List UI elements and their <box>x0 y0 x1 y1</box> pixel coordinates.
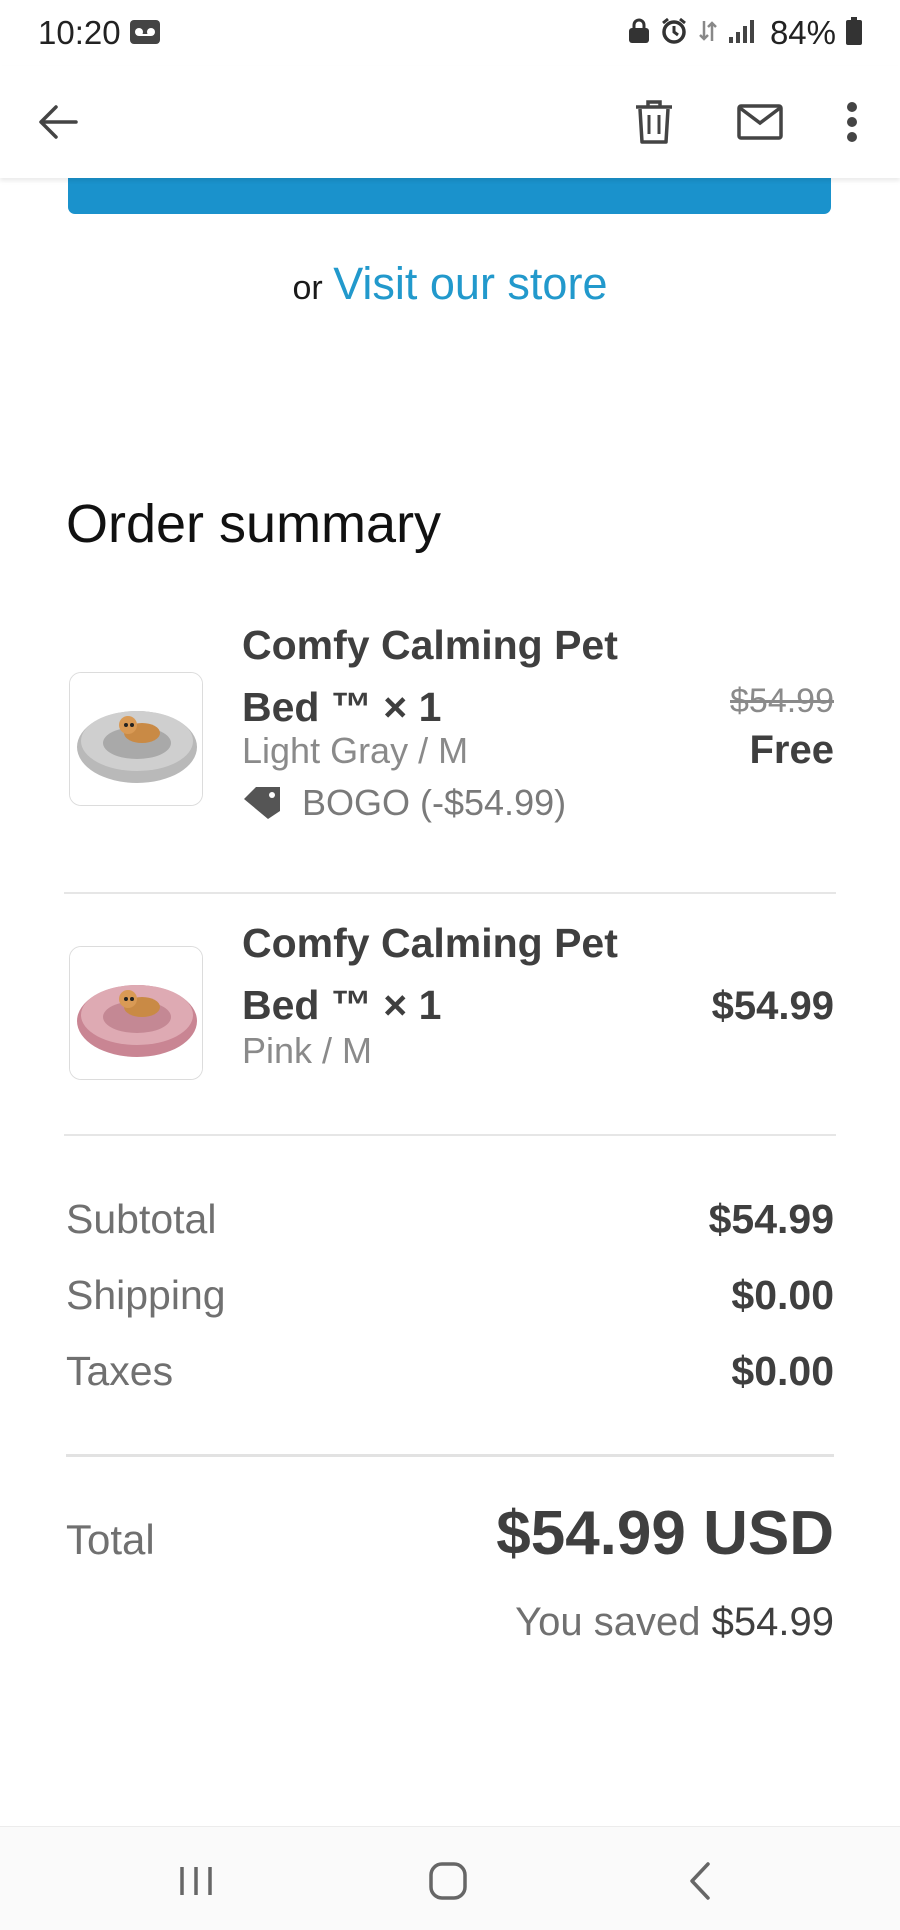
visit-store-link[interactable]: Visit our store <box>333 258 607 309</box>
chevron-left-icon <box>690 1862 710 1900</box>
status-time: 10:20 <box>38 14 121 51</box>
data-icon <box>698 17 718 50</box>
divider <box>64 1134 836 1136</box>
saved-prefix: You saved <box>515 1600 701 1644</box>
alarm-icon <box>660 17 688 50</box>
battery-icon <box>846 16 862 50</box>
discount-line: BOGO (-$54.99) <box>242 782 566 824</box>
tag-icon <box>244 787 280 819</box>
subtotal-value: $54.99 <box>708 1196 834 1242</box>
delete-icon <box>636 100 672 144</box>
divider <box>64 892 836 894</box>
saved-line: You saved $54.99 <box>515 1600 834 1645</box>
shipping-label: Shipping <box>66 1272 226 1318</box>
more-options-button[interactable] <box>836 90 868 154</box>
total-label: Total <box>66 1516 155 1563</box>
taxes-value: $0.00 <box>731 1348 834 1394</box>
subtotal-label: Subtotal <box>66 1196 217 1242</box>
visit-store-line: or Visit our store <box>0 258 900 310</box>
total-value: $54.99 USD <box>496 1499 834 1568</box>
original-price: $54.99 <box>730 682 834 720</box>
item-price: $54.99 <box>711 984 834 1028</box>
recent-apps-icon <box>180 1867 212 1895</box>
home-icon <box>429 1862 467 1900</box>
status-bar: 10:20 84% <box>0 0 900 66</box>
discount-code: BOGO (-$54.99) <box>302 782 567 823</box>
voicemail-icon <box>130 20 160 49</box>
email-content[interactable]: or Visit our store Order summary Comfy C… <box>0 178 900 1826</box>
battery-percent: 84% <box>769 14 836 51</box>
item-name: Comfy Calming Pet Bed ™ × 1 <box>242 920 618 1028</box>
saved-amount: $54.99 <box>711 1600 834 1644</box>
item-name: Comfy Calming Pet Bed ™ × 1 <box>242 622 618 730</box>
product-image[interactable] <box>69 672 203 806</box>
or-text: or <box>292 269 323 307</box>
recent-apps-button[interactable] <box>160 1853 232 1909</box>
mark-unread-button[interactable] <box>732 96 788 148</box>
home-button[interactable] <box>412 1851 484 1911</box>
order-item: Comfy Calming Pet Bed ™ × 1 Pink / M $54… <box>66 920 834 1104</box>
more-vert-icon <box>847 102 857 142</box>
item-variant: Pink / M <box>242 1030 373 1071</box>
arrow-back-icon <box>39 105 78 139</box>
order-item: Comfy Calming Pet Bed ™ × 1 Light Gray /… <box>66 622 835 876</box>
product-image[interactable] <box>69 946 203 1080</box>
status-icons: 84% <box>628 14 862 52</box>
delete-button[interactable] <box>628 92 680 152</box>
taxes-label: Taxes <box>66 1348 174 1394</box>
totals-divider <box>66 1454 834 1457</box>
app-bar <box>0 66 900 178</box>
order-summary-title: Order summary <box>66 494 442 554</box>
signal-icon <box>728 18 754 49</box>
view-order-button[interactable] <box>68 178 831 214</box>
mail-icon <box>737 104 783 140</box>
shipping-value: $0.00 <box>731 1272 834 1318</box>
system-back-button[interactable] <box>664 1851 736 1911</box>
item-variant: Light Gray / M <box>242 730 469 771</box>
system-nav-bar <box>0 1826 900 1930</box>
lock-icon <box>628 18 650 49</box>
back-button[interactable] <box>26 94 90 150</box>
item-price: Free <box>749 728 835 772</box>
